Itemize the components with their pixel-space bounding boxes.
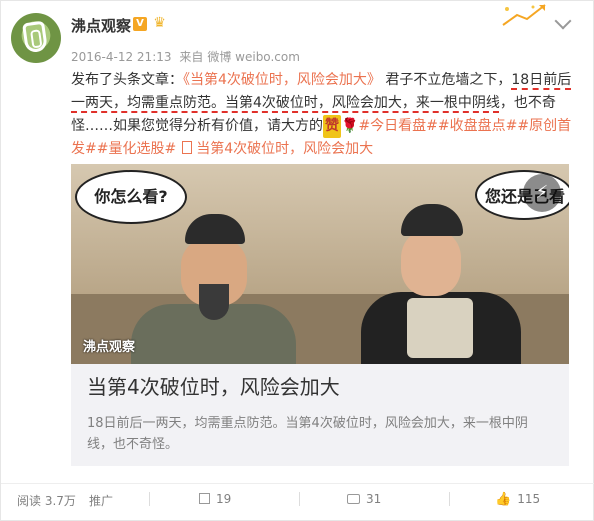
article-card-title[interactable]: 当第4次破位时，风险会加大 xyxy=(71,364,569,410)
share-button[interactable]: 19 xyxy=(199,492,231,506)
text-body-1: 君子不立危墙之下， xyxy=(380,72,512,88)
share-count: 19 xyxy=(216,492,232,506)
thumbnail-figure-left xyxy=(121,214,296,364)
post-text: 发布了头条文章：《当第4次破位时，风险会加大》 君子不立危墙之下，18日前后一两… xyxy=(71,69,577,161)
thumbnail-figure-right xyxy=(361,204,541,364)
share-icon xyxy=(199,493,210,504)
thumbnail-watermark: 沸点观察 xyxy=(83,340,136,355)
zan-emoji-icon: 赞 xyxy=(323,115,341,138)
post-timestamp[interactable]: 2016-4-12 21:13 xyxy=(71,50,172,64)
article-link[interactable]: 当第4次破位时，风险会加大 xyxy=(196,141,373,157)
like-count: 115 xyxy=(517,492,541,506)
article-thumbnail[interactable]: 你怎么看? 您还是己看 ⚡ 沸点观察 xyxy=(71,164,569,364)
vip-crown-icon[interactable]: ♛ xyxy=(151,16,168,31)
source-prefix: 来自 xyxy=(179,50,204,64)
article-card-summary[interactable]: 18日前后一两天，均需重点防范。当第4次破位时，风险会加大，来一根中阴线，也不奇… xyxy=(71,410,569,466)
view-count: 阅读 3.7万 xyxy=(17,494,76,508)
speech-bubble-left: 你怎么看? xyxy=(75,170,187,224)
promote-button[interactable]: 推广 xyxy=(89,492,113,509)
text-intro: 发布了头条文章： xyxy=(71,72,183,88)
divider xyxy=(149,492,150,506)
comment-button[interactable]: 31 xyxy=(347,492,381,506)
post-source[interactable]: 微博 weibo.com xyxy=(207,50,300,64)
comment-icon xyxy=(347,494,360,504)
flash-icon[interactable]: ⚡ xyxy=(523,174,561,212)
divider xyxy=(449,492,450,506)
comment-count: 31 xyxy=(366,492,382,506)
divider xyxy=(299,492,300,506)
author-name[interactable]: 沸点观察 xyxy=(71,15,131,36)
weibo-post-card: 沸点观察 V ♛ 2016-4-12 21:13 来自 微博 weibo.com … xyxy=(0,0,594,521)
verified-v-icon[interactable]: V xyxy=(133,17,147,31)
like-icon: 👍 xyxy=(495,492,512,507)
avatar-logo-icon xyxy=(22,20,48,54)
avatar[interactable] xyxy=(11,13,61,63)
like-button[interactable]: 👍 115 xyxy=(495,492,540,507)
article-title-link[interactable]: 《当第4次破位时，风险会加大》 xyxy=(183,72,381,88)
article-doc-icon xyxy=(182,141,193,154)
post-footer: 阅读 3.7万 推广 19 31 👍 115 xyxy=(1,483,594,512)
decoration-arrow-icon xyxy=(502,4,546,26)
post-meta: 2016-4-12 21:13 来自 微博 weibo.com xyxy=(71,48,304,65)
rose-emoji-icon: 🌹 xyxy=(341,118,359,134)
